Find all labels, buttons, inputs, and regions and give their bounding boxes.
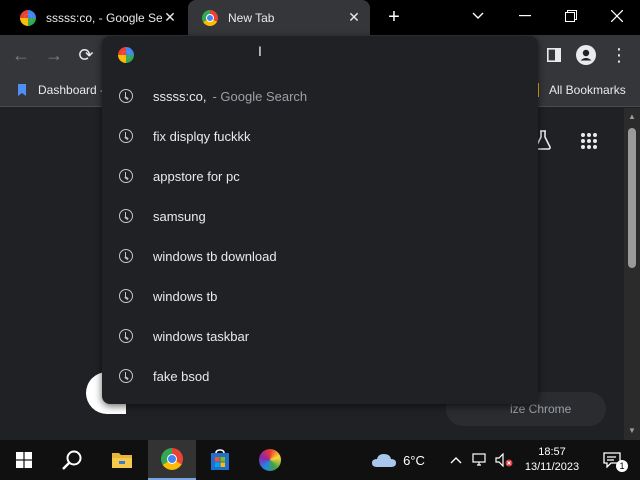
close-icon[interactable]: ✕ [162, 9, 178, 25]
reload-icon[interactable]: ⟳ [75, 44, 97, 66]
suggestion-text: windows tb [153, 288, 218, 304]
taskbar: 6°C 18:57 13/11/2023 1 [0, 440, 640, 480]
restore-button[interactable] [548, 0, 594, 32]
new-tab-button[interactable]: + [383, 6, 405, 28]
bookmark-label: Dashboard - [38, 83, 105, 97]
all-bookmarks-button[interactable]: All Bookmarks [536, 83, 626, 97]
profile-avatar-icon[interactable] [575, 44, 597, 66]
chrome-taskbar-button[interactable] [148, 440, 196, 480]
history-clock-icon [119, 369, 133, 383]
title-bar: sssss:co, - Google Search ✕ New Tab ✕ + [0, 0, 640, 35]
suggestion-text: windows tb download [153, 248, 277, 264]
color-wheel-icon [259, 449, 281, 471]
tab-new-tab[interactable]: New Tab ✕ [188, 0, 370, 35]
google-icon [20, 9, 36, 26]
history-clock-icon [119, 289, 133, 303]
omnibox-dropdown: Ι sssss:co, - Google Search fix displqy fu… [102, 36, 538, 404]
tab-search-chevron-icon[interactable] [455, 0, 501, 32]
google-icon [118, 47, 134, 63]
bookmark-dashboard[interactable]: Dashboard - [16, 83, 104, 97]
clock-date: 13/11/2023 [524, 461, 580, 473]
history-clock-icon [119, 129, 133, 143]
side-panel-icon[interactable] [543, 44, 565, 66]
bookmark-favicon-icon [18, 84, 26, 96]
volume-muted-icon[interactable] [494, 440, 514, 480]
omnibox-suggestion[interactable]: samsung [102, 196, 538, 236]
scrollbar-thumb[interactable] [628, 128, 636, 268]
apps-grid-icon[interactable] [580, 132, 598, 155]
history-clock-icon [119, 329, 133, 343]
more-menu-icon[interactable]: ⋮ [608, 44, 630, 66]
suggestion-label: windows tb download [153, 249, 277, 264]
minimize-button[interactable] [502, 0, 548, 32]
omnibox-suggestion[interactable]: appstore for pc [102, 156, 538, 196]
tab-title: sssss:co, - Google Search [46, 10, 162, 25]
scrollbar[interactable]: ▲ ▼ [624, 108, 640, 440]
suggestion-suffix: - Google Search [212, 88, 308, 104]
suggestion-text: sssss:co, [153, 88, 207, 104]
suggestion-label: windows tb [153, 289, 217, 304]
close-icon[interactable]: ✕ [346, 9, 362, 25]
address-bar[interactable]: Ι [102, 36, 538, 74]
close-window-button[interactable] [594, 0, 640, 32]
customize-chrome-label: ize Chrome [510, 402, 572, 416]
notification-badge: 1 [616, 460, 628, 472]
suggestion-label: appstore for pc [153, 169, 240, 184]
scroll-up-icon[interactable]: ▲ [628, 112, 636, 121]
search-button[interactable] [48, 440, 96, 480]
omnibox-suggestion[interactable]: fake bsod [102, 356, 538, 396]
cloud-icon [372, 454, 397, 467]
scroll-down-icon[interactable]: ▼ [628, 426, 636, 435]
back-arrow-icon[interactable]: ← [10, 44, 32, 66]
clock-time: 18:57 [538, 446, 566, 458]
omnibox-suggestion[interactable]: windows taskbar [102, 316, 538, 356]
omnibox-suggestion[interactable]: windows tb download [102, 236, 538, 276]
clock-widget[interactable]: 18:57 13/11/2023 [520, 440, 584, 480]
omnibox-suggestion[interactable]: sssss:co, - Google Search [102, 76, 538, 116]
all-bookmarks-label: All Bookmarks [549, 83, 626, 97]
history-clock-icon [119, 209, 133, 223]
text-cursor-icon: Ι [258, 43, 262, 59]
suggestion-label: samsung [153, 209, 206, 224]
suggestion-text: fix displqy fuckkk [153, 128, 251, 144]
omnibox-suggestion[interactable]: fix displqy fuckkk [102, 116, 538, 156]
notification-center-button[interactable]: 1 [592, 440, 632, 480]
suggestion-label: windows taskbar [153, 329, 249, 344]
suggestion-label: fix displqy fuckkk [153, 129, 251, 144]
folder-icon [112, 453, 132, 468]
file-explorer-button[interactable] [98, 440, 146, 480]
windows-logo-icon [16, 452, 32, 468]
tray-chevron-up-icon[interactable] [447, 440, 465, 480]
suggestion-text: fake bsod [153, 368, 210, 384]
start-button[interactable] [0, 440, 48, 480]
history-clock-icon [119, 169, 133, 183]
weather-temp: 6°C [403, 452, 425, 468]
network-icon[interactable] [470, 440, 490, 480]
suggestion-text: windows taskbar [153, 328, 250, 344]
address-input[interactable] [148, 44, 518, 66]
chrome-icon [161, 448, 183, 470]
store-button[interactable] [196, 440, 244, 480]
omnibox-suggestion[interactable]: windows tb [102, 276, 538, 316]
search-icon [62, 450, 82, 470]
color-app-button[interactable] [246, 440, 294, 480]
suggestion-label: fake bsod [153, 369, 209, 384]
store-icon [211, 449, 229, 470]
tab-google-search[interactable]: sssss:co, - Google Search ✕ [0, 0, 186, 35]
suggestion-text: appstore for pc [153, 168, 240, 184]
chrome-icon [202, 9, 218, 26]
weather-widget[interactable]: 6°C [368, 440, 428, 480]
tab-title: New Tab [228, 10, 275, 25]
history-clock-icon [119, 89, 133, 103]
suggestion-text: samsung [153, 208, 206, 224]
history-clock-icon [119, 249, 133, 263]
suggestion-label: sssss:co, - Google Search [153, 89, 307, 104]
forward-arrow-icon[interactable]: → [43, 44, 65, 66]
